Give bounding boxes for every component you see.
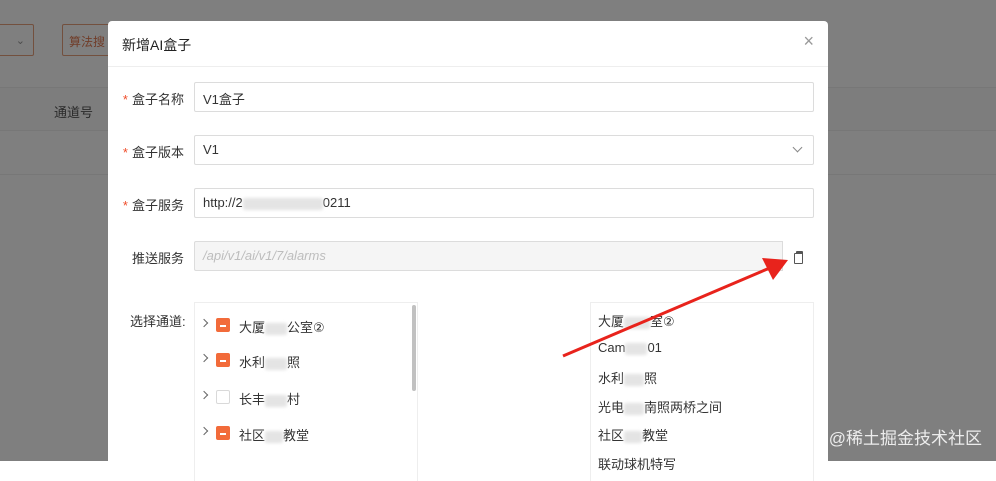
tree-scrollbar[interactable] xyxy=(412,305,416,391)
tree-checkbox[interactable] xyxy=(216,353,230,367)
selected-item[interactable]: Cam 01 xyxy=(598,340,662,355)
tree-item-label: 长丰村 xyxy=(239,392,301,407)
selected-item[interactable]: 光电 南照两桥之间 xyxy=(598,397,722,416)
selected-item[interactable]: 联动球机特写 xyxy=(598,454,676,473)
tree-item-label: 大厦 公室② xyxy=(239,320,325,335)
box-version-value: V1 xyxy=(203,142,219,157)
redacted-text xyxy=(242,197,323,210)
form-row-push-service: 推送服务 /api/v1/ai/v1/7/alarms xyxy=(108,241,828,271)
box-version-label: * 盒子版本 xyxy=(122,145,184,160)
tree-item[interactable]: 社区 教堂 xyxy=(195,418,395,448)
form-row-box-name: * 盒子名称 V1盒子 xyxy=(108,82,828,112)
tree-checkbox[interactable] xyxy=(216,390,230,404)
watermark: @稀土掘金技术社区 xyxy=(828,429,982,448)
tree-item[interactable]: 长丰村 xyxy=(195,382,395,412)
box-version-select[interactable]: V1 xyxy=(194,135,814,165)
channel-select-label: 选择通道: xyxy=(130,314,186,329)
form-row-box-service: * 盒子服务 http://2 0211 xyxy=(108,188,828,218)
chevron-down-icon xyxy=(792,142,803,153)
selected-item[interactable]: 社区 教堂 xyxy=(598,425,668,444)
form-row-box-version: * 盒子版本 V1 xyxy=(108,135,828,165)
box-service-input[interactable]: http://2 0211 xyxy=(194,188,814,218)
tree-item-label: 社区 教堂 xyxy=(239,428,310,443)
chevron-right-icon[interactable] xyxy=(199,426,209,436)
box-service-label: * 盒子服务 xyxy=(122,198,184,213)
chevron-right-icon[interactable] xyxy=(199,318,209,328)
service-value-prefix: http://2 xyxy=(203,195,243,210)
selected-item[interactable]: 大厦 室② xyxy=(598,311,675,330)
close-icon[interactable]: × xyxy=(803,32,814,50)
tree-item[interactable]: 水利照 xyxy=(195,345,395,375)
modal-title: 新增AI盒子 xyxy=(122,37,192,53)
selected-channels-panel: 大厦 室② Cam 01 水利照 光电 南照两桥之间 社区 教堂 联动球机特写 xyxy=(590,302,814,481)
tree-item[interactable]: 大厦 公室② xyxy=(195,310,395,340)
copy-button[interactable] xyxy=(782,241,814,271)
push-service-label: 推送服务 xyxy=(131,251,184,266)
tree-checkbox[interactable] xyxy=(216,426,230,440)
push-service-input: /api/v1/ai/v1/7/alarms xyxy=(194,241,814,271)
copy-icon xyxy=(794,250,803,264)
service-value-suffix: 0211 xyxy=(322,195,351,210)
chevron-right-icon[interactable] xyxy=(199,390,209,400)
tree-checkbox[interactable] xyxy=(216,318,230,332)
box-name-input[interactable]: V1盒子 xyxy=(194,82,814,112)
box-name-label: * 盒子名称 xyxy=(122,92,184,107)
selected-item[interactable]: 水利照 xyxy=(598,368,657,387)
chevron-right-icon[interactable] xyxy=(199,353,209,363)
add-ai-box-modal: 新增AI盒子 × * 盒子名称 V1盒子 * 盒子版本 V1 * 盒子服务 http:… xyxy=(108,21,828,481)
channel-tree-panel: 大厦 公室② 水利照 长丰村 社区 教堂 xyxy=(194,302,418,481)
tree-item-label: 水利照 xyxy=(239,355,301,370)
modal-header: 新增AI盒子 × xyxy=(108,21,828,67)
